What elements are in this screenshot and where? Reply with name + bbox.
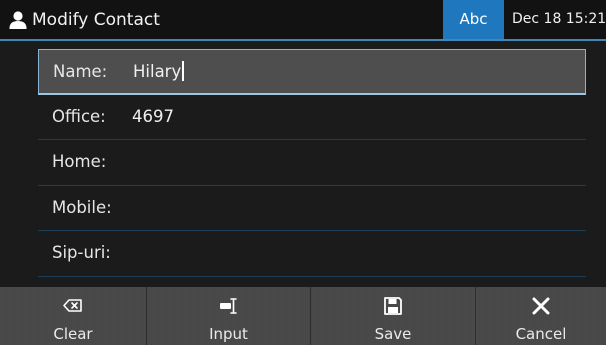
save-icon — [384, 297, 402, 315]
person-icon — [9, 11, 27, 29]
clear-button[interactable]: Clear — [0, 287, 147, 345]
field-label: Office: — [52, 106, 106, 126]
save-button[interactable]: Save — [311, 287, 476, 345]
field-value: Hilary — [133, 62, 182, 81]
softkey-bar: Clear Input Save Cancel — [0, 287, 606, 345]
name-field[interactable]: Name: Hilary — [38, 49, 586, 95]
date-time: Dec 18 15:21 — [512, 11, 606, 27]
input-button[interactable]: Input — [147, 287, 311, 345]
office-input[interactable]: 4697 — [132, 95, 174, 139]
field-label: Mobile: — [52, 197, 112, 217]
page-title: Modify Contact — [32, 10, 160, 30]
sip-uri-field[interactable]: Sip-uri: — [38, 231, 586, 277]
field-label: Name: — [53, 62, 108, 81]
home-field[interactable]: Home: — [38, 140, 586, 186]
softkey-label: Input — [209, 325, 248, 343]
title-bar: Modify Contact Abc Dec 18 15:21 — [0, 0, 606, 41]
office-field[interactable]: Office: 4697 — [38, 95, 586, 140]
input-mode-badge[interactable]: Abc — [443, 0, 504, 39]
phone-screen: Modify Contact Abc Dec 18 15:21 Name: Hi… — [0, 0, 606, 345]
softkey-label: Clear — [53, 325, 93, 343]
field-label: Sip-uri: — [52, 243, 111, 262]
name-input[interactable]: Hilary — [133, 50, 184, 94]
softkey-label: Save — [374, 325, 412, 343]
softkey-label: Cancel — [515, 325, 567, 343]
mobile-field[interactable]: Mobile: — [38, 186, 586, 231]
text-caret — [182, 61, 184, 81]
input-method-icon — [219, 298, 237, 314]
cancel-button[interactable]: Cancel — [476, 287, 606, 345]
backspace-icon — [63, 299, 82, 312]
contact-form: Name: Hilary Office: 4697 Home: Mobile: … — [38, 49, 586, 277]
field-label: Home: — [52, 152, 107, 171]
close-icon — [532, 297, 550, 315]
